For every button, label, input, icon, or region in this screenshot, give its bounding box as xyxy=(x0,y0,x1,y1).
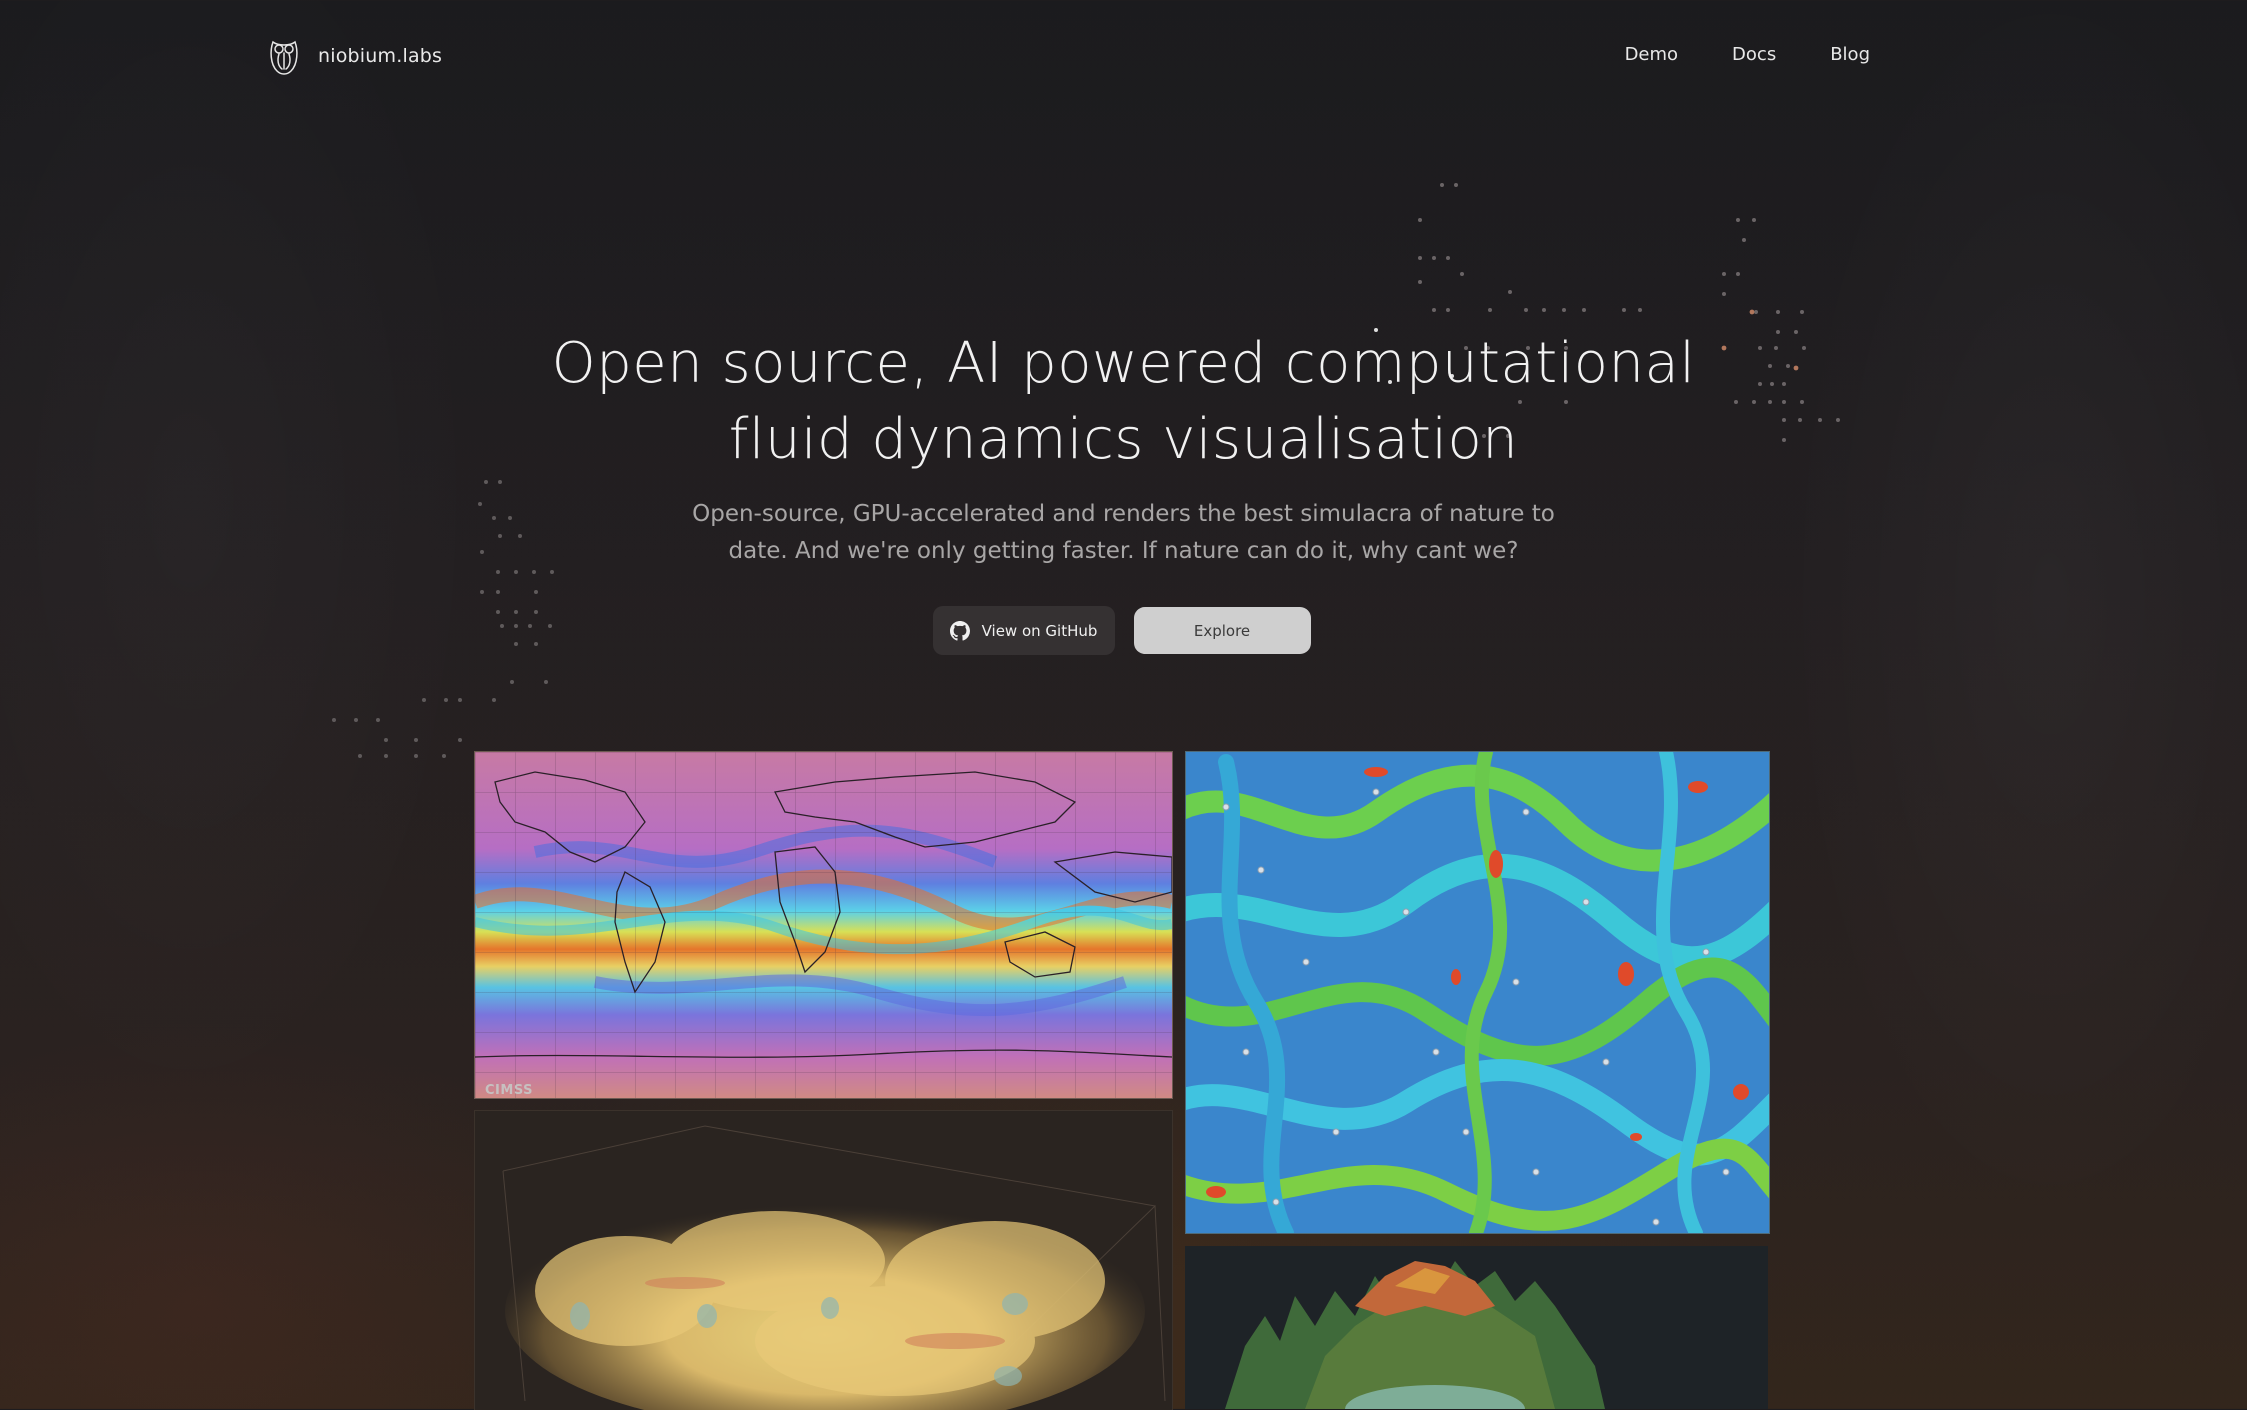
nav-link-blog[interactable]: Blog xyxy=(1830,44,1870,65)
explore-button[interactable]: Explore xyxy=(1133,607,1311,654)
github-icon xyxy=(949,620,970,641)
cimss-watermark: CIMSS xyxy=(485,1083,533,1098)
hero-title-line-1: Open source, AI powered computational xyxy=(551,331,1696,396)
forest-simulation-image[interactable] xyxy=(1185,1246,1768,1409)
nav-link-demo[interactable]: Demo xyxy=(1625,44,1678,65)
hero-subtitle: Open-source, GPU-accelerated and renders… xyxy=(0,496,2247,570)
hero-title: Open source, AI powered computational fl… xyxy=(0,326,2247,478)
brand-name: niobium.labs xyxy=(318,45,443,67)
owl-logo-icon xyxy=(270,40,298,75)
hero-subtitle-line-2: date. And we're only getting faster. If … xyxy=(728,538,1519,564)
turbulence-simulation-image[interactable] xyxy=(1185,751,1770,1234)
top-nav: niobium.labs Demo Docs Blog xyxy=(0,0,2247,114)
nav-links: Demo Docs Blog xyxy=(1625,44,1870,65)
smoke-simulation-image[interactable] xyxy=(474,1110,1173,1410)
hero-title-line-2: fluid dynamics visualisation xyxy=(728,407,1519,472)
nav-link-docs[interactable]: Docs xyxy=(1732,44,1776,65)
github-button-label: View on GitHub xyxy=(981,621,1098,640)
weather-simulation-image[interactable]: CIMSS xyxy=(474,751,1173,1099)
hero-subtitle-line-1: Open-source, GPU-accelerated and renders… xyxy=(692,501,1555,527)
brand[interactable]: niobium.labs xyxy=(268,36,442,76)
hero-buttons: View on GitHub Explore xyxy=(0,606,2247,655)
view-on-github-button[interactable]: View on GitHub xyxy=(932,606,1115,655)
